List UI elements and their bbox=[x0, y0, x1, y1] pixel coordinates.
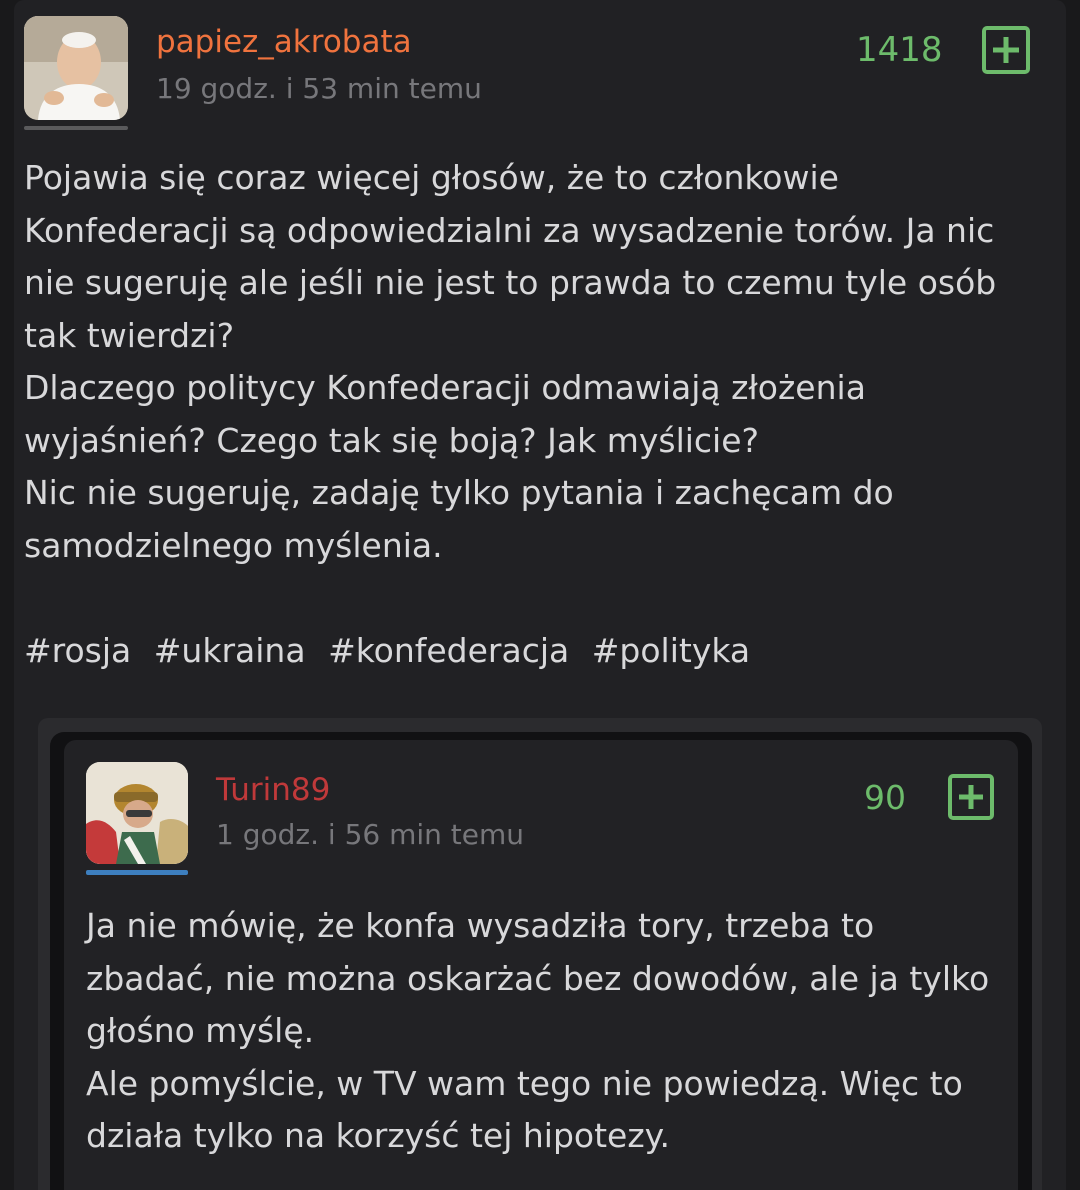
comment-author-username[interactable]: Turin89 bbox=[216, 772, 330, 808]
tag-link[interactable]: #ukraina bbox=[154, 631, 306, 670]
comment-avatar-image bbox=[86, 762, 188, 864]
comment-avatar-underline bbox=[86, 870, 188, 875]
comment-timestamp[interactable]: 1 godz. i 56 min temu bbox=[216, 818, 524, 851]
post-paragraph: Nic nie sugeruję, zadaję tylko pytania i… bbox=[24, 473, 894, 565]
comment-paragraph: Ja nie mówię, że konfa wysadziła tory, t… bbox=[86, 906, 990, 1050]
avatar[interactable] bbox=[24, 16, 128, 120]
author-username[interactable]: papiez_akrobata bbox=[156, 24, 412, 60]
tag-link[interactable]: #konfederacja bbox=[328, 631, 569, 670]
plus-square-icon[interactable] bbox=[948, 774, 994, 820]
tag-link[interactable]: #rosja bbox=[24, 631, 131, 670]
avatar-underline bbox=[24, 126, 128, 130]
post-content: Pojawia się coraz więcej głosów, że to c… bbox=[24, 152, 1024, 677]
post-timestamp[interactable]: 19 godz. i 53 min temu bbox=[156, 72, 482, 105]
tag-link[interactable]: #polityka bbox=[592, 631, 750, 670]
post-paragraph: Dlaczego politycy Konfederacji odmawiają… bbox=[24, 368, 866, 460]
plus-square-icon[interactable] bbox=[982, 26, 1030, 74]
vote-count: 1418 bbox=[856, 30, 943, 70]
post-paragraph: Pojawia się coraz więcej głosów, że to c… bbox=[24, 158, 997, 355]
comment-content: Ja nie mówię, że konfa wysadziła tory, t… bbox=[86, 900, 1006, 1163]
tag-list: #rosja #ukraina #konfederacja #polityka bbox=[24, 625, 1024, 678]
avatar-image bbox=[24, 16, 128, 120]
page: papiez_akrobata 19 godz. i 53 min temu 1… bbox=[0, 0, 1080, 1190]
comment-paragraph: Ale pomyślcie, w TV wam tego nie powiedz… bbox=[86, 1063, 963, 1156]
comment-avatar[interactable] bbox=[86, 762, 188, 864]
comment-vote-count: 90 bbox=[864, 778, 906, 817]
